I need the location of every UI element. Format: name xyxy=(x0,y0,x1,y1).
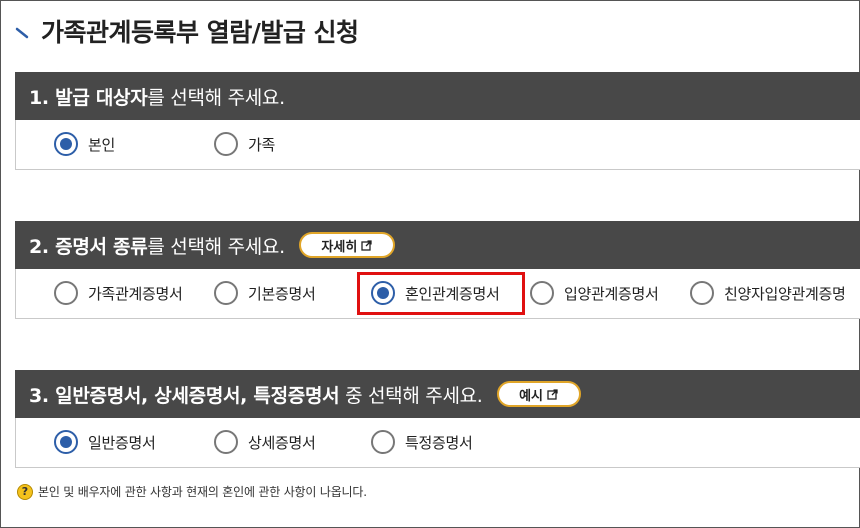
radio-button[interactable] xyxy=(530,281,554,305)
radio-option-basic-cert[interactable]: 기본증명서 xyxy=(214,281,316,305)
radio-label: 특정증명서 xyxy=(405,433,473,452)
page-title-area: 가족관계등록부 열람/발급 신청 xyxy=(15,11,359,51)
section1-heading-bold: 1. 발급 대상자 xyxy=(29,86,148,109)
radio-button[interactable] xyxy=(214,132,238,156)
section3-heading-bold: 3. 일반증명서, 상세증명서, 특정증명서 xyxy=(29,384,340,407)
radio-option-adoption-cert[interactable]: 입양관계증명서 xyxy=(530,281,659,305)
radio-option-self[interactable]: 본인 xyxy=(54,132,115,156)
radio-button[interactable] xyxy=(54,132,78,156)
section3-options: 일반증명서 상세증명서 특정증명서 xyxy=(15,418,860,468)
section1-header: 1. 발급 대상자 를 선택해 주세요. xyxy=(15,72,860,120)
detail-button[interactable]: 자세히 xyxy=(298,232,395,258)
section1-options: 본인 가족 xyxy=(15,120,860,170)
radio-option-general-cert[interactable]: 일반증명서 xyxy=(54,430,156,454)
radio-label: 가족관계증명서 xyxy=(88,284,183,303)
footnote-text: 본인 및 배우자에 관한 사항과 현재의 혼인에 관한 사항이 나옵니다. xyxy=(38,485,367,499)
radio-label: 가족 xyxy=(248,135,276,154)
radio-label: 상세증명서 xyxy=(248,433,316,452)
radio-button[interactable] xyxy=(690,281,714,305)
radio-option-specific-cert[interactable]: 특정증명서 xyxy=(371,430,473,454)
radio-button[interactable] xyxy=(214,281,238,305)
radio-label: 본인 xyxy=(88,135,116,154)
radio-button[interactable] xyxy=(371,430,395,454)
title-accent-icon xyxy=(15,27,29,39)
section1-heading-normal: 를 선택해 주세요. xyxy=(147,86,285,109)
radio-button[interactable] xyxy=(214,430,238,454)
radio-option-family[interactable]: 가족 xyxy=(214,132,275,156)
section2-header: 2. 증명서 종류 를 선택해 주세요. 자세히 xyxy=(15,221,860,269)
external-link-icon xyxy=(361,239,372,251)
selection-highlight-box xyxy=(357,272,525,315)
radio-label: 기본증명서 xyxy=(248,284,316,303)
footnote: ? 본인 및 배우자에 관한 사항과 현재의 혼인에 관한 사항이 나옵니다. xyxy=(17,483,367,500)
radio-option-detailed-cert[interactable]: 상세증명서 xyxy=(214,430,316,454)
section3-header: 3. 일반증명서, 상세증명서, 특정증명서 중 선택해 주세요. 예시 xyxy=(15,370,860,418)
radio-label: 친양자입양관계증명 xyxy=(724,284,846,303)
radio-label: 일반증명서 xyxy=(88,433,156,452)
radio-button[interactable] xyxy=(54,281,78,305)
section2-heading-bold: 2. 증명서 종류 xyxy=(29,235,148,258)
radio-option-full-adoption-cert[interactable]: 친양자입양관계증명 xyxy=(690,281,846,305)
radio-label: 입양관계증명서 xyxy=(564,284,659,303)
section2-heading-normal: 를 선택해 주세요. xyxy=(147,235,285,258)
example-button-label: 예시 xyxy=(519,388,543,404)
radio-button[interactable] xyxy=(54,430,78,454)
help-question-icon: ? xyxy=(17,483,33,500)
external-link-icon xyxy=(547,388,558,400)
detail-button-label: 자세히 xyxy=(321,239,358,255)
section3-heading-normal: 중 선택해 주세요. xyxy=(339,384,483,407)
page-title: 가족관계등록부 열람/발급 신청 xyxy=(41,18,359,47)
radio-option-family-relation-cert[interactable]: 가족관계증명서 xyxy=(54,281,183,305)
example-button[interactable]: 예시 xyxy=(496,381,581,407)
